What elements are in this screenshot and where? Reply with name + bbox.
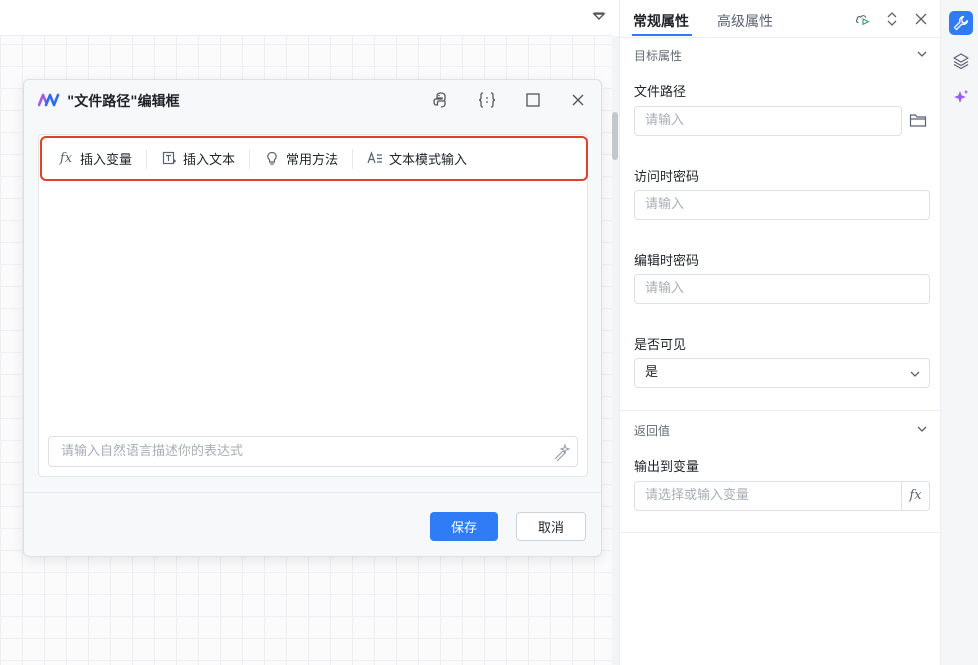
active-tab-indicator (632, 34, 692, 36)
open-password-input[interactable]: 请输入 (634, 190, 930, 220)
text-mode-input-label: 文本模式输入 (389, 153, 468, 168)
text-mode-icon (367, 151, 383, 167)
insert-variable-button[interactable]: fx 插入变量 (58, 149, 146, 168)
file-path-input[interactable]: 请输入 (634, 106, 902, 136)
ai-sparkle-icon[interactable] (949, 85, 973, 109)
toolbar-divider (249, 148, 251, 169)
dialog-footer-divider (24, 492, 601, 493)
file-path-placeholder: 请输入 (645, 113, 685, 128)
text-mode-input-button[interactable]: 文本模式输入 (367, 149, 481, 168)
file-path-label: 文件路径 (634, 85, 687, 100)
section-divider (620, 410, 940, 411)
close-panel-icon[interactable] (913, 11, 929, 27)
output-variable-input[interactable]: 请选择或输入变量 fx (634, 481, 930, 511)
insert-text-label: 插入文本 (183, 153, 236, 168)
section-target-properties: 目标属性 (634, 49, 683, 63)
chevron-down-icon (910, 371, 920, 377)
close-icon[interactable] (567, 89, 589, 111)
expression-editor-dialog: "文件路径"编辑框 fx 插入变量 插入文本 常用方法 文本模式输入 请输入自然… (23, 79, 602, 557)
edit-password-input[interactable]: 请输入 (634, 274, 930, 304)
braces-icon[interactable] (476, 89, 498, 111)
magic-sparkle-icon[interactable] (553, 443, 571, 461)
insert-text-icon (161, 151, 177, 167)
output-variable-placeholder: 请选择或输入变量 (645, 488, 750, 503)
canvas-topbar (0, 0, 612, 36)
toolbar-divider (146, 148, 148, 169)
section-divider (620, 532, 940, 533)
edit-password-placeholder: 请输入 (645, 281, 685, 296)
visible-label: 是否可见 (634, 338, 687, 353)
dialog-header: "文件路径"编辑框 (24, 80, 601, 120)
natural-language-input[interactable]: 请输入自然语言描述你的表达式 (48, 436, 578, 467)
fx-icon: fx (59, 151, 73, 166)
save-button[interactable]: 保存 (430, 512, 498, 541)
tab-advanced[interactable]: 高级属性 (717, 11, 773, 31)
chevron-down-icon[interactable] (916, 48, 928, 60)
insert-variable-label: 插入变量 (80, 153, 133, 168)
cancel-button[interactable]: 取消 (516, 512, 586, 541)
properties-panel: 常规属性 高级属性 目标属性 文件路径 请输入 访问时密码 请输入 编辑时密码 … (619, 0, 940, 665)
dialog-title: "文件路径"编辑框 (67, 94, 180, 110)
app-logo-icon (38, 93, 60, 107)
scrollbar-thumb[interactable] (612, 112, 618, 160)
folder-icon[interactable] (909, 112, 927, 128)
visible-select[interactable]: 是 (634, 358, 930, 388)
fx-icon[interactable]: fx (901, 482, 929, 510)
common-methods-label: 常用方法 (286, 153, 339, 168)
properties-tool-icon[interactable] (949, 11, 973, 35)
chevron-down-icon[interactable] (592, 10, 606, 24)
common-methods-button[interactable]: 常用方法 (264, 149, 352, 168)
layers-icon[interactable] (949, 49, 973, 73)
open-password-placeholder: 请输入 (645, 197, 685, 212)
visible-select-value: 是 (645, 365, 659, 380)
canvas-scrollbar[interactable] (612, 36, 619, 665)
right-tool-rail (940, 0, 978, 665)
section-return-value: 返回值 (634, 424, 671, 438)
natural-language-placeholder: 请输入自然语言描述你的表达式 (61, 444, 244, 459)
tab-general[interactable]: 常规属性 (633, 11, 689, 31)
run-step-icon[interactable] (855, 11, 871, 27)
edit-password-label: 编辑时密码 (634, 254, 700, 269)
chevron-down-icon[interactable] (916, 423, 928, 435)
expand-collapse-icon[interactable] (884, 11, 900, 27)
output-variable-label: 输出到变量 (634, 460, 700, 475)
panel-tabs: 常规属性 高级属性 (620, 0, 940, 38)
insert-text-button[interactable]: 插入文本 (161, 149, 249, 168)
maximize-icon[interactable] (522, 89, 544, 111)
open-password-label: 访问时密码 (634, 170, 700, 185)
python-icon[interactable] (430, 89, 452, 111)
expression-editor[interactable]: fx 插入变量 插入文本 常用方法 文本模式输入 请输入自然语言描述你的表达式 (38, 134, 588, 477)
toolbar-divider (352, 148, 354, 169)
lightbulb-icon (264, 151, 280, 167)
editor-toolbar: fx 插入变量 插入文本 常用方法 文本模式输入 (40, 136, 588, 181)
